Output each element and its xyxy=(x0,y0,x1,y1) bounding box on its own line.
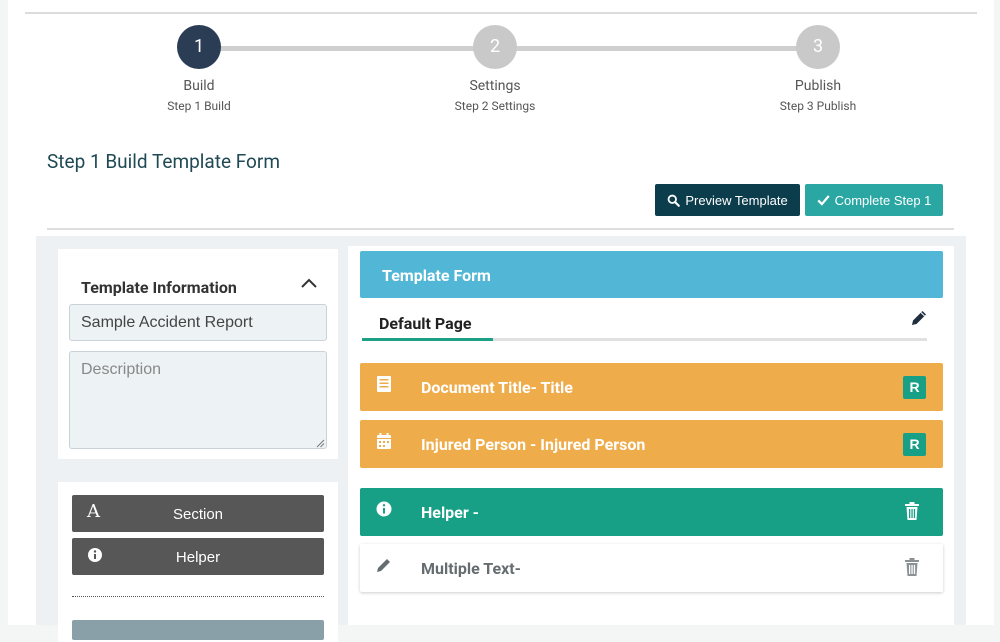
step-subtitle: Step 3 Publish xyxy=(779,99,857,113)
toolbox-next-item[interactable] xyxy=(72,620,324,640)
trash-icon[interactable] xyxy=(903,557,921,577)
template-information-panel: Template Information xyxy=(58,249,338,459)
form-field-row[interactable]: Multiple Text- xyxy=(360,544,943,592)
complete-step-label: Complete Step 1 xyxy=(834,192,932,208)
field-label: Helper - xyxy=(421,503,479,522)
step-publish[interactable]: 3 Publish Step 3 Publish xyxy=(718,25,918,113)
step-settings[interactable]: 2 Settings Step 2 Settings xyxy=(395,25,595,113)
form-field-row[interactable]: Injured Person - Injured Person R xyxy=(360,420,943,468)
form-field-row[interactable]: Document Title- Title R xyxy=(360,363,943,411)
helper-tool-label: Helper xyxy=(175,549,221,566)
page-title: Step 1 Build Template Form xyxy=(47,150,280,173)
trash-icon[interactable] xyxy=(903,501,921,521)
pencil-icon xyxy=(377,559,390,572)
resize-grip-icon[interactable] xyxy=(316,439,325,448)
preview-template-label: Preview Template xyxy=(685,192,788,208)
step-number: 2 xyxy=(473,25,517,69)
form-field-row[interactable]: Helper - xyxy=(360,488,943,536)
helper-tool-button[interactable]: Helper xyxy=(72,538,324,575)
chevron-up-icon[interactable] xyxy=(300,276,318,290)
page: 1 Build Step 1 Build 2 Settings Step 2 S… xyxy=(8,0,994,642)
step-name: Build xyxy=(183,78,215,94)
field-toolbox: A Section Helper xyxy=(58,482,338,642)
step-number: 1 xyxy=(177,25,221,69)
field-label: Multiple Text- xyxy=(421,559,521,578)
tab-default-page[interactable]: Default Page xyxy=(379,314,471,333)
complete-step-button[interactable]: Complete Step 1 xyxy=(805,184,943,216)
header-divider xyxy=(47,228,954,230)
document-icon xyxy=(377,376,391,392)
active-tab-indicator xyxy=(362,338,493,341)
required-badge: R xyxy=(903,376,926,399)
field-label: Document Title- Title xyxy=(421,378,573,397)
template-form-header: Template Form xyxy=(360,251,943,298)
section-tool-label: Section xyxy=(172,506,224,523)
template-name-input[interactable] xyxy=(69,304,327,341)
info-icon xyxy=(376,501,392,517)
step-number: 3 xyxy=(796,25,840,69)
step-subtitle: Step 1 Build xyxy=(167,99,231,113)
builder-workspace: Template Information A Section Helper Te… xyxy=(36,236,966,642)
calendar-icon xyxy=(377,433,391,449)
step-name: Publish xyxy=(794,78,842,94)
field-label: Injured Person - Injured Person xyxy=(421,435,646,454)
check-icon xyxy=(816,195,830,206)
description-textarea[interactable] xyxy=(69,351,327,449)
edit-page-pencil-icon[interactable] xyxy=(909,308,929,328)
panel-title: Template Information xyxy=(81,278,237,297)
section-tool-button[interactable]: A Section xyxy=(72,495,324,532)
step-subtitle: Step 2 Settings xyxy=(454,99,536,113)
step-name: Settings xyxy=(469,78,521,94)
template-form-panel: Template Form Default Page Document Titl… xyxy=(348,246,954,625)
stepper: 1 Build Step 1 Build 2 Settings Step 2 S… xyxy=(8,0,994,130)
toolbox-divider xyxy=(72,596,324,597)
required-badge: R xyxy=(903,433,926,456)
step-build[interactable]: 1 Build Step 1 Build xyxy=(99,25,299,113)
search-icon xyxy=(667,194,681,207)
preview-template-button[interactable]: Preview Template xyxy=(655,184,800,216)
